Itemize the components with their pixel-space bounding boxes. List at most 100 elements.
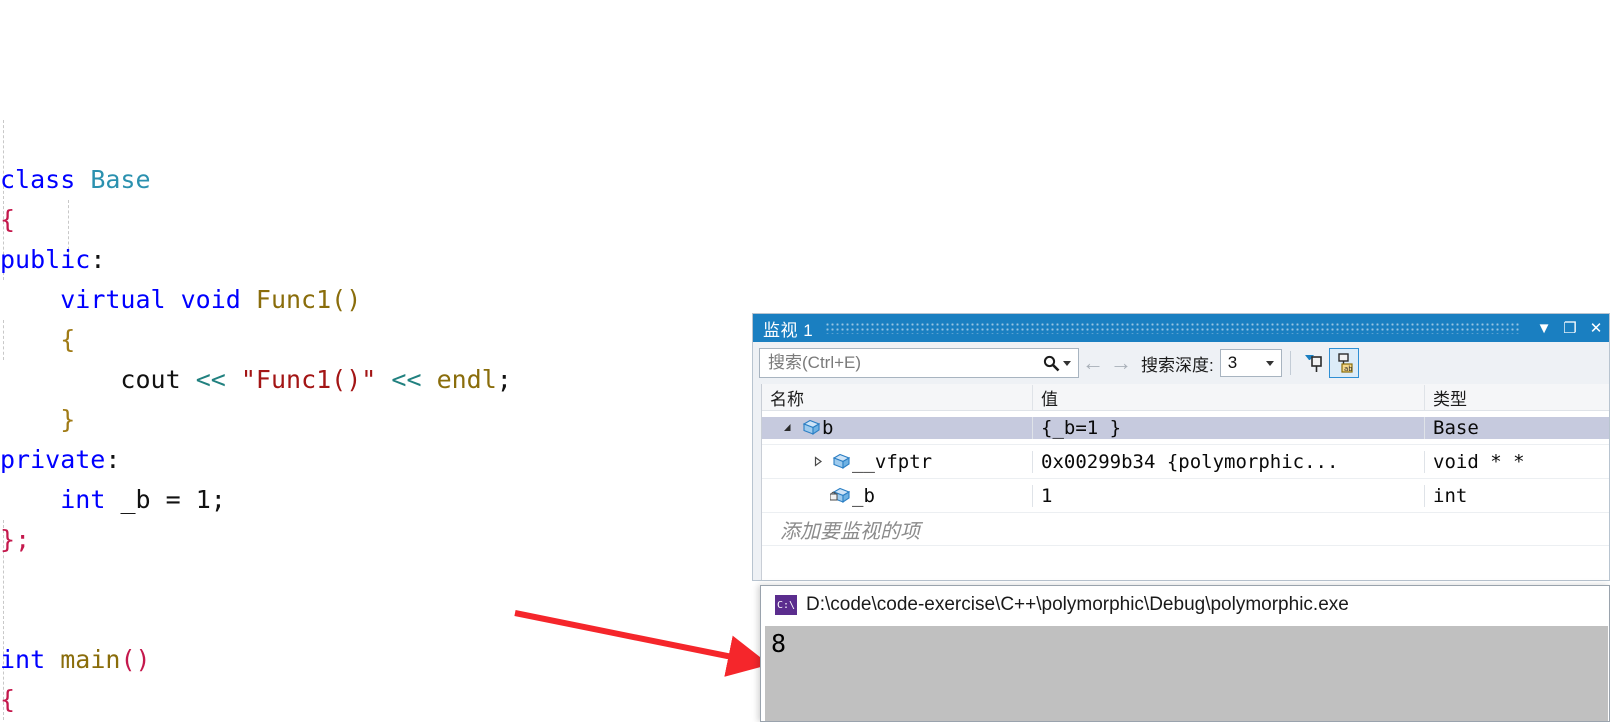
search-back-icon[interactable]: ←	[1079, 348, 1107, 378]
code-line: virtual void Func1()	[0, 280, 760, 320]
window-close-icon[interactable]: ✕	[1583, 315, 1609, 341]
column-header-value[interactable]: 值	[1032, 384, 1424, 410]
code-line: {	[0, 200, 760, 240]
code-token: "Func1()"	[240, 365, 377, 394]
watch-row-name-cell[interactable]: b	[762, 416, 1032, 439]
expander-collapsed-icon[interactable]	[806, 456, 828, 467]
code-token: int	[60, 485, 121, 514]
watch-window-title: 监视 1	[763, 320, 814, 340]
code-lines: class Base{public: virtual void Func1() …	[0, 160, 760, 722]
code-line: {	[0, 320, 760, 360]
watch-row-name: __vfptr	[852, 450, 933, 473]
code-token: }	[0, 525, 16, 554]
code-token: ;	[15, 525, 31, 554]
watch-row[interactable]: b {_b=1 } Base	[762, 411, 1609, 445]
watch-window: 监视 1 ▼ ❐ ✕ ← → 搜索深度: 3	[752, 313, 1610, 581]
code-token: Base	[90, 165, 151, 194]
code-token: main	[60, 645, 121, 674]
titlebar-drag-handle[interactable]	[825, 322, 1519, 334]
code-token: virtual void	[60, 285, 256, 314]
hex-display-toggle-icon[interactable]: ab	[1328, 348, 1359, 378]
code-line: int main()	[0, 640, 760, 680]
chevron-down-icon[interactable]	[1265, 360, 1274, 366]
watch-row-name-cell[interactable]: _b	[762, 485, 1032, 507]
watch-toolbar: ← → 搜索深度: 3 ab	[753, 342, 1609, 382]
search-forward-icon[interactable]: →	[1107, 348, 1135, 378]
code-token: <<	[195, 365, 226, 394]
watch-grid-header: 名称 值 类型	[762, 384, 1609, 411]
search-input[interactable]	[760, 352, 1039, 374]
code-editor[interactable]: class Base{public: virtual void Func1() …	[0, 0, 760, 722]
console-titlebar[interactable]: C:\ D:\code\code-exercise\C++\polymorphi…	[761, 586, 1609, 624]
code-token: {	[60, 325, 76, 354]
code-line: private:	[0, 440, 760, 480]
watch-row[interactable]: __vfptr 0x00299b34 {polymorphic... void * …	[762, 445, 1609, 479]
console-window: C:\ D:\code\code-exercise\C++\polymorphi…	[760, 585, 1610, 722]
code-token: ;	[496, 365, 512, 394]
expander-expanded-icon[interactable]	[776, 422, 798, 433]
watch-grid-body: b {_b=1 } Base __vfptr 0x00299b34 {polymorph…	[762, 411, 1609, 513]
code-token: :	[90, 245, 106, 274]
watch-row-value[interactable]: 0x00299b34 {polymorphic...	[1032, 450, 1424, 473]
window-dropdown-icon[interactable]: ▼	[1531, 315, 1557, 341]
watch-row-type: Base	[1424, 416, 1609, 439]
code-token: class	[0, 165, 91, 194]
window-maximize-icon[interactable]: ❐	[1557, 315, 1583, 341]
search-box[interactable]	[759, 348, 1079, 378]
private-object-box-icon	[828, 487, 852, 504]
search-depth-select[interactable]: 3	[1219, 349, 1282, 377]
add-watch-item-placeholder: 添加要监视的项	[780, 520, 920, 543]
watch-row-value[interactable]: {_b=1 }	[1032, 416, 1424, 439]
watch-row-type: int	[1424, 484, 1609, 507]
code-token: endl	[436, 365, 497, 394]
search-options-chevron-icon[interactable]	[1063, 360, 1071, 366]
object-box-icon	[828, 453, 852, 470]
cmd-prompt-icon: C:\	[775, 595, 797, 615]
code-token: cout	[120, 365, 196, 394]
search-icon[interactable]	[1039, 355, 1063, 372]
code-token: Func1	[255, 285, 332, 314]
code-line: };	[0, 520, 760, 560]
code-line: cout << "Func1()" << endl;	[0, 360, 760, 400]
search-depth-value: 3	[1227, 353, 1238, 372]
code-line: class Base	[0, 160, 760, 200]
code-token: {	[0, 685, 16, 714]
column-header-name[interactable]: 名称	[762, 385, 1032, 410]
filter-pin-icon[interactable]	[1299, 348, 1329, 378]
code-token: {	[0, 205, 16, 234]
code-token: int	[0, 645, 61, 674]
console-title-text: D:\code\code-exercise\C++\polymorphic\De…	[806, 594, 1349, 615]
code-token: :	[105, 445, 121, 474]
watch-row-name: _b	[852, 484, 875, 507]
code-token: 1	[195, 485, 211, 514]
watch-row-value[interactable]: 1	[1032, 484, 1424, 507]
code-line: int _b = 1;	[0, 480, 760, 520]
column-header-type[interactable]: 类型	[1424, 384, 1609, 410]
watch-grid[interactable]: 名称 值 类型 b {_b=1 } Base __vfptr 0x00299b34 {p…	[761, 384, 1609, 580]
code-token: ;	[210, 485, 226, 514]
code-token: ()	[120, 645, 151, 674]
code-line: {	[0, 680, 760, 720]
console-output[interactable]: 8	[765, 626, 1608, 721]
code-token: private	[0, 445, 106, 474]
code-token: _b	[120, 485, 166, 514]
toolbar-divider	[1289, 351, 1291, 375]
code-line: }	[0, 400, 760, 440]
code-token: }	[60, 405, 76, 434]
code-token: ()	[331, 285, 362, 314]
code-token: <<	[391, 365, 422, 394]
add-watch-item-row[interactable]: 添加要监视的项	[762, 513, 1609, 546]
svg-text:ab: ab	[1344, 365, 1352, 373]
watch-row-name-cell[interactable]: __vfptr	[762, 451, 1032, 473]
watch-row-name: b	[822, 416, 834, 439]
watch-row[interactable]: _b 1 int	[762, 479, 1609, 513]
